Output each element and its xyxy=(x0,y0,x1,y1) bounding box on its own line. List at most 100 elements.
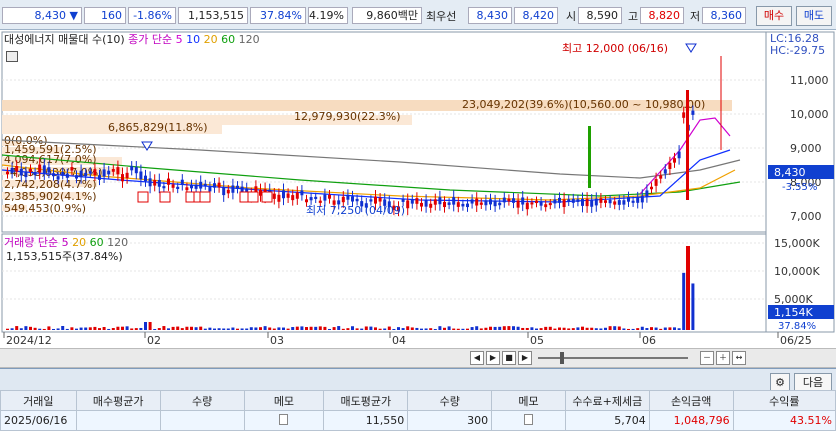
volume-bar xyxy=(139,327,143,330)
col-buy-memo: 메모 xyxy=(243,390,325,411)
volume-bar xyxy=(410,327,414,330)
volume-bar xyxy=(332,327,336,330)
buy-signal-icon xyxy=(137,191,149,203)
candle-body xyxy=(139,171,143,180)
sell-button[interactable]: 매도 xyxy=(796,6,832,26)
volume-bar xyxy=(516,326,520,330)
high-label: 고 xyxy=(628,10,639,23)
candle-body xyxy=(130,166,134,171)
candle-body xyxy=(443,201,446,208)
volume-bar xyxy=(88,327,92,330)
volume-bar xyxy=(599,328,603,330)
cell-sell-memo[interactable] xyxy=(491,410,566,431)
cell-buy-memo[interactable] xyxy=(243,410,325,431)
candle-body xyxy=(277,194,281,202)
col-return: 수익률 xyxy=(732,390,836,411)
chart-area[interactable]: 11,000 10,000 9,000 8,000 7,000 15,000K 10,000… xyxy=(0,30,836,348)
volume-bar xyxy=(360,328,364,330)
volume-bar xyxy=(213,328,216,330)
volume-bar xyxy=(194,327,198,330)
price-tick-label: 10,000 xyxy=(790,108,829,121)
candle-body xyxy=(558,197,561,203)
volume-profile-label: 6,865,829(11.8%) xyxy=(108,121,208,134)
volume-bar xyxy=(29,326,32,330)
candle-body xyxy=(185,187,189,191)
candle-body xyxy=(167,178,170,185)
change-pct-field: -1.86% xyxy=(128,7,176,24)
grid-toggle-icon[interactable] xyxy=(6,51,18,62)
candle-body xyxy=(52,173,55,177)
volume-bar xyxy=(162,326,166,330)
play-icon[interactable]: ▶ xyxy=(486,351,500,365)
scroll-right-icon[interactable]: ▶ xyxy=(518,351,532,365)
volume-bar xyxy=(75,328,78,330)
candle-body xyxy=(654,179,658,186)
volume-bar xyxy=(374,327,377,330)
candle-body xyxy=(424,200,428,207)
candle-body xyxy=(176,186,180,190)
candle-body xyxy=(236,185,239,189)
volume-bar xyxy=(406,326,410,330)
candle-body xyxy=(539,201,543,206)
volume-bar xyxy=(387,326,391,330)
candle-body xyxy=(157,179,161,187)
volume-bar xyxy=(56,328,60,330)
ma-5: 5 xyxy=(175,33,183,46)
memo-icon[interactable] xyxy=(279,413,289,425)
candle-body xyxy=(608,199,612,204)
candle-body xyxy=(525,202,529,210)
memo-edit-icon[interactable] xyxy=(523,413,533,425)
candle-body xyxy=(42,165,46,174)
volume-bar xyxy=(470,327,474,330)
open-label: 시 xyxy=(566,10,577,23)
volume-bar xyxy=(659,328,663,330)
table-row[interactable]: 2025/06/16 11,550 300 5,704 1,048,796 43… xyxy=(0,410,836,431)
candle-body xyxy=(341,196,345,203)
volume-bar xyxy=(429,328,433,330)
volume-bar xyxy=(415,327,419,330)
zoom-in-icon[interactable]: ＋ xyxy=(716,351,730,365)
volume-bar xyxy=(613,326,617,330)
volume-bar xyxy=(571,328,575,330)
volume-bar xyxy=(525,327,529,330)
candle-body xyxy=(75,175,78,179)
candle-body xyxy=(581,198,584,206)
ma-60: 60 xyxy=(221,33,236,46)
volume-bar xyxy=(691,283,695,330)
volume-bar xyxy=(576,327,580,330)
scroll-left-icon[interactable]: ◀ xyxy=(470,351,484,365)
candle-body xyxy=(254,186,258,193)
price-volume-chart[interactable]: 11,00010,0009,0008,0007,00015,000K10,000… xyxy=(0,30,836,348)
candle-body xyxy=(466,203,469,208)
zoom-out-icon[interactable]: － xyxy=(700,351,714,365)
candle-body xyxy=(107,170,111,175)
cell-date: 2025/06/16 xyxy=(0,410,77,431)
volume-bar xyxy=(617,326,621,330)
stop-icon[interactable]: ■ xyxy=(502,351,516,365)
candle-body xyxy=(65,173,69,178)
volume-bar xyxy=(420,328,423,330)
zoom-reset-icon[interactable]: ↔ xyxy=(732,351,746,365)
volume-bar xyxy=(401,328,405,330)
volume-bar xyxy=(498,326,502,330)
volume-bar xyxy=(98,328,101,330)
candle-body xyxy=(585,198,589,207)
candle-body xyxy=(79,170,83,178)
candle-body xyxy=(571,198,575,203)
volume-bar xyxy=(52,328,55,330)
buy-button[interactable]: 매수 xyxy=(756,6,792,26)
volume-bar xyxy=(185,326,189,330)
candle-body xyxy=(502,197,506,203)
turnover-field: 37.84% xyxy=(250,7,306,24)
ma-10: 10 xyxy=(186,33,201,46)
volume-bar xyxy=(378,328,382,330)
price-tick-label: 11,000 xyxy=(790,74,829,87)
date-label: 02 xyxy=(147,334,161,347)
candle-body xyxy=(433,199,437,205)
candle-body xyxy=(309,197,313,201)
candle-body xyxy=(447,202,451,205)
volume-bar xyxy=(346,328,350,330)
zoom-slider-handle[interactable] xyxy=(560,352,564,364)
volume-bar xyxy=(222,328,226,330)
candle-body xyxy=(231,185,235,193)
